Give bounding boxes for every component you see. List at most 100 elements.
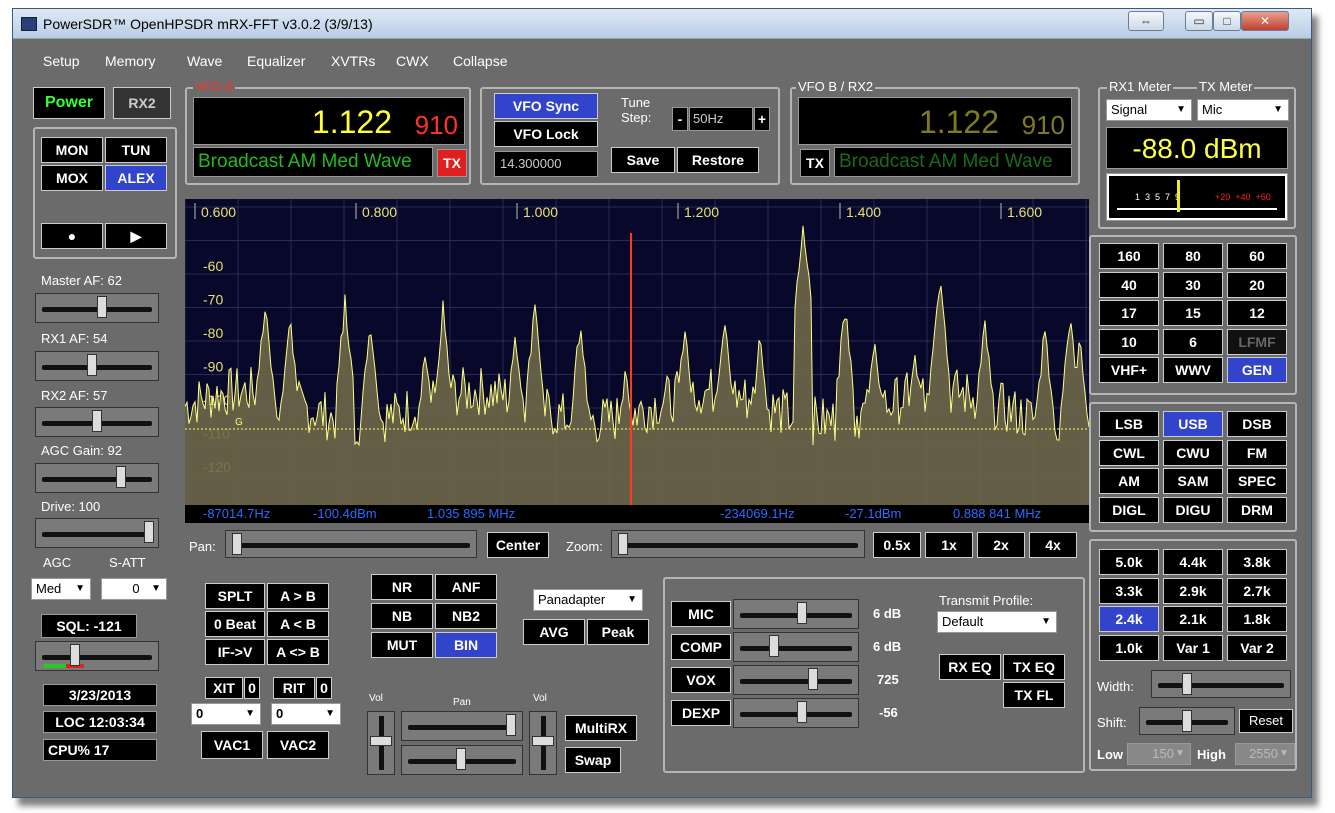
filter-5-0k[interactable]: 5.0k (1099, 549, 1159, 575)
center-button[interactable]: Center (487, 532, 549, 558)
mode-digl[interactable]: DIGL (1099, 496, 1159, 523)
rx-eq-button[interactable]: RX EQ (939, 654, 1001, 680)
zoom-2x-button[interactable]: 2x (977, 532, 1025, 558)
zoom-slider[interactable] (611, 530, 865, 558)
master-af-slider[interactable] (35, 293, 159, 323)
band-30[interactable]: 30 (1163, 271, 1223, 298)
tx-meter-select[interactable]: Mic (1197, 99, 1289, 121)
tune-step-value[interactable]: 50Hz (689, 107, 753, 131)
comp-button[interactable]: COMP (671, 634, 731, 660)
mode-lsb[interactable]: LSB (1099, 411, 1159, 437)
rx2-pan-slider[interactable] (401, 745, 523, 775)
maximize-button[interactable]: □ (1213, 11, 1241, 31)
vfo-a-tx-button[interactable]: TX (437, 149, 467, 177)
comp-slider[interactable] (733, 632, 859, 662)
filter-2-1k[interactable]: 2.1k (1163, 606, 1223, 632)
sql-slider[interactable] (35, 641, 159, 671)
tx-eq-button[interactable]: TX EQ (1003, 654, 1065, 680)
transmit-profile-select[interactable]: Default (937, 611, 1057, 633)
dexp-slider[interactable] (733, 698, 859, 728)
shift-reset-button[interactable]: Reset (1239, 709, 1293, 733)
rx1-af-slider[interactable] (35, 351, 159, 381)
zoom-05x-button[interactable]: 0.5x (873, 532, 921, 558)
vfo-freq-entry[interactable]: 14.300000 (494, 151, 598, 177)
tun-button[interactable]: TUN (105, 137, 167, 163)
mode-fm[interactable]: FM (1227, 439, 1287, 466)
filter-4-4k[interactable]: 4.4k (1163, 549, 1223, 575)
filter-3-8k[interactable]: 3.8k (1227, 549, 1287, 575)
drive-slider[interactable] (35, 518, 159, 548)
filter-2-9k[interactable]: 2.9k (1163, 577, 1223, 604)
save-button[interactable]: Save (611, 147, 675, 173)
vfo-b-display[interactable]: 1.122 910 (798, 97, 1072, 145)
rx2-af-slider[interactable] (35, 407, 159, 437)
mon-button[interactable]: MON (41, 137, 103, 163)
filter-1-0k[interactable]: 1.0k (1099, 634, 1159, 661)
mode-cwl[interactable]: CWL (1099, 439, 1159, 466)
vox-slider[interactable] (733, 665, 859, 695)
peak-button[interactable]: Peak (587, 619, 649, 645)
band-40[interactable]: 40 (1099, 271, 1159, 298)
filter-2-7k[interactable]: 2.7k (1227, 577, 1287, 604)
band-20[interactable]: 20 (1227, 271, 1287, 298)
filter-var-1[interactable]: Var 1 (1163, 634, 1223, 661)
menu-setup[interactable]: Setup (43, 53, 80, 69)
filter-3-3k[interactable]: 3.3k (1099, 577, 1159, 604)
width-slider[interactable] (1151, 670, 1291, 698)
record-button[interactable]: ● (41, 223, 103, 249)
xit-offset-spinner[interactable]: 0 (191, 703, 261, 725)
satt-spinner[interactable]: 0 (101, 578, 167, 600)
menu-wave[interactable]: Wave (187, 53, 222, 69)
step-plus-button[interactable]: + (754, 107, 770, 131)
mode-sam[interactable]: SAM (1163, 468, 1223, 494)
zoom-1x-button[interactable]: 1x (925, 532, 973, 558)
agc-mode-select[interactable]: Med (31, 578, 91, 600)
step-minus-button[interactable]: - (672, 107, 688, 131)
display-mode-select[interactable]: Panadapter (533, 589, 643, 611)
mute-button[interactable]: MUT (371, 632, 433, 658)
menu-equalizer[interactable]: Equalizer (247, 53, 305, 69)
rx1-pan-slider[interactable] (401, 711, 523, 741)
minimize-button[interactable]: ▭ (1185, 11, 1213, 31)
nb-button[interactable]: NB (371, 603, 433, 629)
band-6[interactable]: 6 (1163, 328, 1223, 355)
band-gen[interactable]: GEN (1227, 357, 1287, 383)
vac1-button[interactable]: VAC1 (201, 731, 263, 759)
mode-am[interactable]: AM (1099, 468, 1159, 494)
mode-cwu[interactable]: CWU (1163, 439, 1223, 466)
restore-layout-button[interactable]: ⇔ (1128, 11, 1164, 31)
vfo-lock-button[interactable]: VFO Lock (494, 121, 598, 147)
split-button[interactable]: SPLT (205, 583, 265, 609)
dexp-button[interactable]: DEXP (671, 700, 731, 726)
avg-button[interactable]: AVG (523, 619, 585, 645)
rit-offset-spinner[interactable]: 0 (271, 703, 341, 725)
rx2-vol-slider[interactable] (529, 711, 557, 775)
tx-filter-button[interactable]: TX FL (1003, 682, 1065, 708)
close-button[interactable]: ✕ (1241, 11, 1289, 31)
mode-spec[interactable]: SPEC (1227, 468, 1287, 494)
menu-memory[interactable]: Memory (105, 53, 156, 69)
band-15[interactable]: 15 (1163, 300, 1223, 326)
band-lfmf[interactable]: LFMF (1227, 328, 1287, 355)
if-to-v-button[interactable]: IF->V (205, 639, 265, 665)
vfo-a-display[interactable]: 1.122 910 (193, 97, 465, 145)
vox-button[interactable]: VOX (671, 667, 731, 693)
band-vhf-[interactable]: VHF+ (1099, 357, 1159, 383)
band-10[interactable]: 10 (1099, 328, 1159, 355)
pan-slider[interactable] (225, 530, 477, 558)
band-80[interactable]: 80 (1163, 243, 1223, 269)
spectrum-plot[interactable]: 0.600 0.800 1.000 1.200 1.400 1.600 -60 -70 -80 -… (185, 199, 1089, 505)
high-cut-spinner[interactable]: 2550 (1235, 743, 1295, 765)
band-60[interactable]: 60 (1227, 243, 1287, 269)
rit-button[interactable]: RIT (273, 677, 315, 699)
restore-button[interactable]: Restore (677, 147, 759, 173)
b-to-a-button[interactable]: A < B (267, 611, 329, 637)
power-button[interactable]: Power (33, 87, 105, 119)
menu-cwx[interactable]: CWX (396, 53, 429, 69)
vfo-sync-button[interactable]: VFO Sync (494, 93, 598, 119)
menu-collapse[interactable]: Collapse (453, 53, 507, 69)
mode-drm[interactable]: DRM (1227, 496, 1287, 523)
band-160[interactable]: 160 (1099, 243, 1159, 269)
mic-gain-slider[interactable] (733, 599, 859, 629)
play-button[interactable]: ▶ (105, 223, 167, 249)
